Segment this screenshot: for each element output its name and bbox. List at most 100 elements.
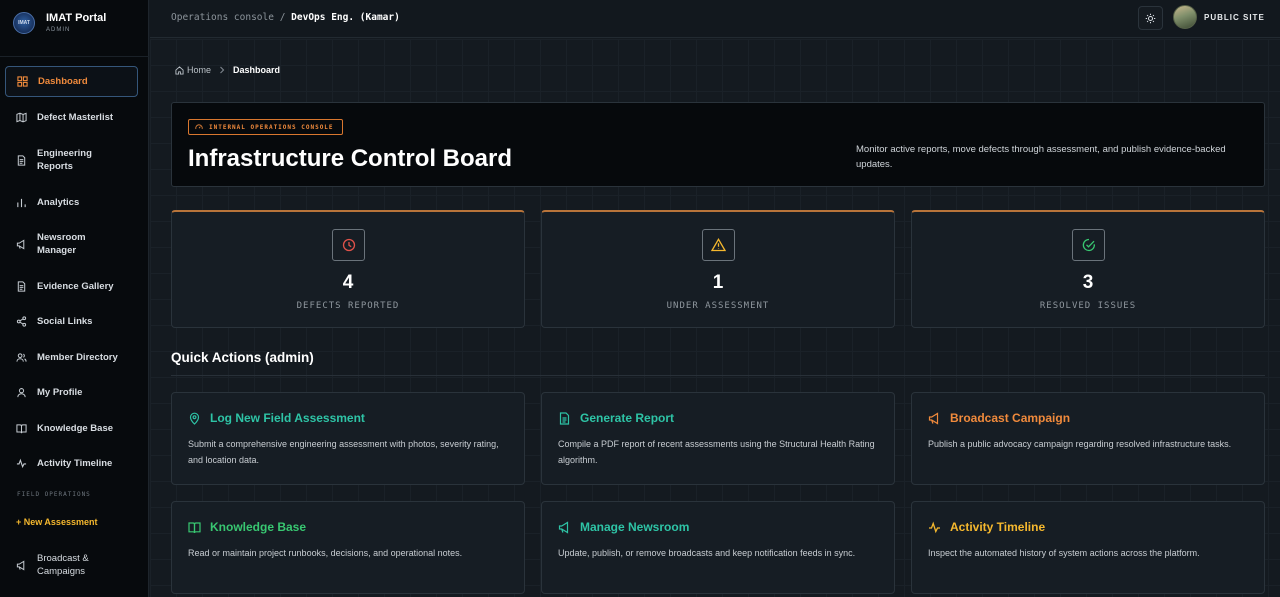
- sidebar-item-label: Broadcast & Campaigns: [37, 553, 89, 577]
- sidebar-divider: [0, 56, 149, 57]
- card-log-field-assessment[interactable]: Log New Field Assessment Submit a compre…: [171, 392, 525, 485]
- gauge-icon: [195, 124, 203, 130]
- sidebar-item-knowledge-base[interactable]: Knowledge Base: [5, 421, 138, 435]
- megaphone-icon: [928, 411, 939, 425]
- stat-card-under-assessment: 1 UNDER ASSESSMENT: [541, 210, 895, 328]
- sidebar-item-evidence-gallery[interactable]: Evidence Gallery: [5, 279, 138, 293]
- console-context: Operations console: [171, 12, 274, 23]
- sidebar-item-engineering-reports[interactable]: Engineering Reports: [5, 146, 138, 174]
- stat-label: DEFECTS REPORTED: [296, 301, 400, 311]
- sidebar-item-broadcast-campaigns[interactable]: Broadcast & Campaigns: [5, 551, 138, 579]
- share-icon: [16, 315, 27, 327]
- brand-logo-text: IMAT: [18, 20, 30, 26]
- sidebar-item-defect-masterlist[interactable]: Defect Masterlist: [5, 110, 138, 124]
- card-activity-timeline[interactable]: Activity Timeline Inspect the automated …: [911, 501, 1265, 594]
- card-title: Broadcast Campaign: [950, 411, 1071, 425]
- card-knowledge-base[interactable]: Knowledge Base Read or maintain project …: [171, 501, 525, 594]
- breadcrumb-home[interactable]: Home: [187, 65, 211, 75]
- public-site-link[interactable]: PUBLIC SITE: [1204, 13, 1265, 22]
- sidebar-item-label: Knowledge Base: [37, 422, 114, 434]
- stat-card-resolved-issues: 3 RESOLVED ISSUES: [911, 210, 1265, 328]
- new-assessment-link[interactable]: + New Assessment: [16, 517, 97, 527]
- sidebar-item-label: Analytics: [37, 196, 80, 208]
- document-icon: [559, 411, 570, 425]
- document-icon: [17, 280, 26, 292]
- sidebar-item-member-directory[interactable]: Member Directory: [5, 350, 138, 364]
- section-label-field-operations: FIELD OPERATIONS: [17, 491, 91, 498]
- card-title: Log New Field Assessment: [210, 411, 365, 425]
- stat-card-defects-reported: 4 DEFECTS REPORTED: [171, 210, 525, 328]
- card-description: Submit a comprehensive engineering asses…: [188, 439, 499, 465]
- map-pin-icon: [189, 412, 200, 425]
- brand[interactable]: IMAT IMAT Portal ADMIN: [13, 11, 106, 35]
- page-title: Infrastructure Control Board: [188, 145, 513, 172]
- stat-icon-frame: [332, 229, 365, 261]
- sidebar-item-label: Evidence Gallery: [37, 280, 114, 292]
- megaphone-icon: [16, 238, 25, 250]
- sidebar-item-label: Social Links: [37, 315, 93, 327]
- stat-label: RESOLVED ISSUES: [1039, 301, 1137, 311]
- topbar: Operations console / DevOps Eng. (Kamar)…: [150, 0, 1280, 38]
- book-icon: [188, 521, 201, 533]
- sidebar-item-label: Defect Masterlist: [37, 111, 114, 123]
- grid-icon: [17, 76, 28, 87]
- sidebar-item-activity-timeline[interactable]: Activity Timeline: [5, 456, 138, 470]
- console-badge: INTERNAL OPERATIONS CONSOLE: [188, 119, 343, 135]
- stat-value: 3: [1082, 272, 1094, 293]
- card-description: Compile a PDF report of recent assessmen…: [558, 439, 875, 465]
- clock-icon: [342, 238, 355, 252]
- sidebar-item-dashboard[interactable]: Dashboard: [5, 66, 138, 97]
- console-breadcrumb: Operations console / DevOps Eng. (Kamar): [171, 12, 400, 23]
- sidebar-item-my-profile[interactable]: My Profile: [5, 385, 138, 399]
- brand-subtitle: ADMIN: [46, 27, 71, 33]
- activity-icon: [16, 458, 27, 468]
- sidebar-item-label: Engineering Reports: [37, 148, 92, 172]
- card-description: Inspect the automated history of system …: [928, 548, 1200, 558]
- sidebar-item-label: Dashboard: [38, 76, 88, 87]
- sidebar-item-newsroom-manager[interactable]: Newsroom Manager: [5, 230, 138, 258]
- sidebar-item-label: Activity Timeline: [37, 457, 113, 469]
- sidebar: IMAT IMAT Portal ADMIN Dashboard Defect …: [0, 0, 149, 597]
- user-icon: [17, 387, 26, 397]
- card-description: Publish a public advocacy campaign regar…: [928, 439, 1232, 449]
- stat-label: UNDER ASSESSMENT: [666, 301, 770, 311]
- stat-icon-frame: [1072, 229, 1105, 261]
- check-circle-icon: [1082, 238, 1095, 252]
- warning-icon: [711, 238, 726, 252]
- console-separator: /: [279, 12, 286, 23]
- sidebar-item-label: Newsroom Manager: [37, 232, 86, 256]
- card-generate-report[interactable]: Generate Report Compile a PDF report of …: [541, 392, 895, 485]
- sidebar-item-social-links[interactable]: Social Links: [5, 314, 138, 328]
- card-title: Manage Newsroom: [580, 520, 690, 534]
- card-header: Generate Report: [558, 411, 674, 425]
- map-icon: [16, 112, 27, 122]
- document-icon: [17, 154, 26, 166]
- megaphone-icon: [558, 520, 569, 534]
- stat-icon-frame: [702, 229, 735, 261]
- card-broadcast-campaign[interactable]: Broadcast Campaign Publish a public advo…: [911, 392, 1265, 485]
- card-description: Read or maintain project runbooks, decis…: [188, 548, 463, 558]
- sidebar-item-analytics[interactable]: Analytics: [5, 195, 138, 209]
- sidebar-item-label: My Profile: [37, 386, 83, 398]
- card-header: Manage Newsroom: [558, 520, 689, 534]
- sidebar-item-label: Member Directory: [37, 351, 118, 363]
- theme-toggle-button[interactable]: [1138, 6, 1163, 30]
- card-manage-newsroom[interactable]: Manage Newsroom Update, publish, or remo…: [541, 501, 895, 594]
- bar-chart-icon: [17, 198, 26, 207]
- stat-value: 1: [712, 272, 724, 293]
- console-badge-label: INTERNAL OPERATIONS CONSOLE: [209, 123, 334, 131]
- card-header: Knowledge Base: [188, 520, 306, 534]
- breadcrumb: Home Dashboard: [175, 65, 280, 75]
- brand-logo: IMAT: [13, 12, 35, 34]
- card-title: Generate Report: [580, 411, 675, 425]
- breadcrumb-current: Dashboard: [233, 65, 281, 75]
- home-icon: [175, 65, 184, 75]
- card-header: Log New Field Assessment: [188, 411, 365, 425]
- avatar[interactable]: [1173, 5, 1197, 29]
- hero-description: Monitor active reports, move defects thr…: [856, 144, 1226, 170]
- current-user: DevOps Eng. (Kamar): [291, 12, 400, 23]
- card-header: Broadcast Campaign: [928, 411, 1070, 425]
- card-header: Activity Timeline: [928, 520, 1045, 534]
- card-title: Knowledge Base: [210, 520, 307, 534]
- quick-actions-title: Quick Actions (admin): [171, 350, 314, 365]
